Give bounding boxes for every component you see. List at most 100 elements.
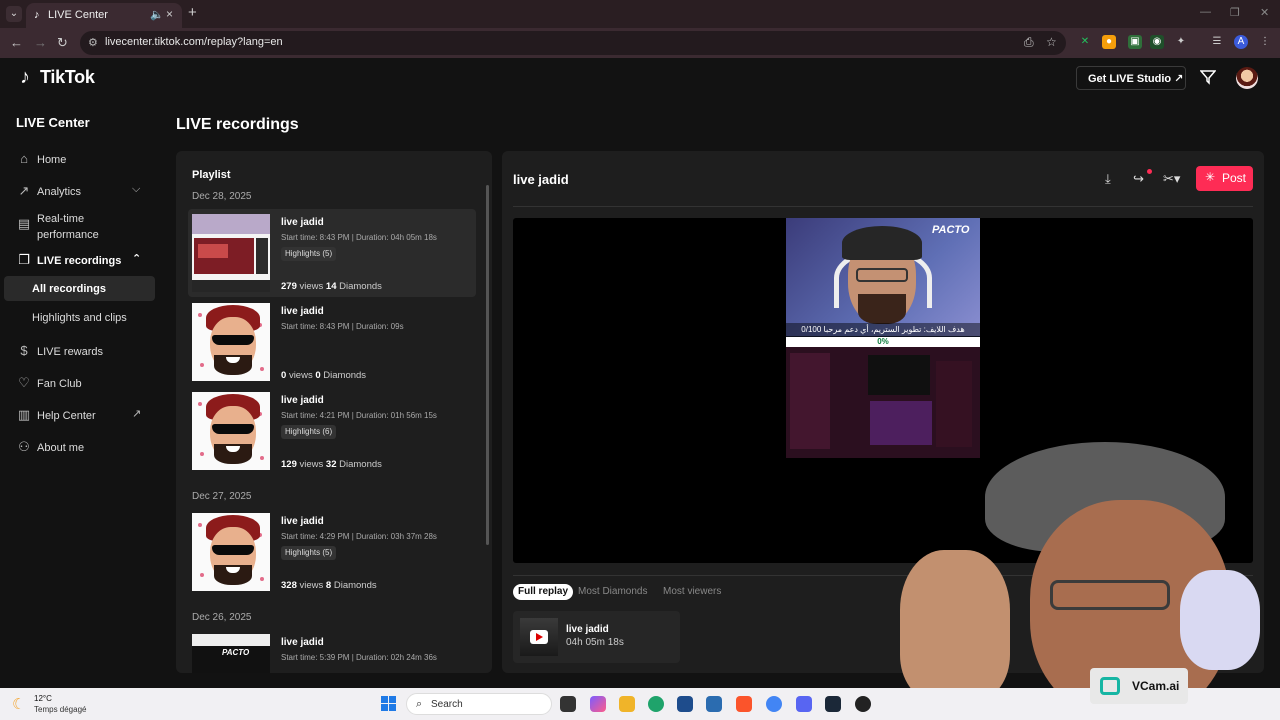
windows-start-icon[interactable] [381, 696, 397, 712]
copilot-icon[interactable] [590, 696, 606, 712]
task-view-icon[interactable] [560, 696, 576, 712]
replay-duration: 04h 05m 18s [566, 637, 624, 648]
chrome-icon[interactable] [766, 696, 782, 712]
recording-meta: Start time: 4:29 PM | Duration: 03h 37m … [281, 532, 437, 541]
extensions-puzzle-icon[interactable]: ✦ [1174, 35, 1188, 49]
get-live-studio-button[interactable]: Get LIVE Studio ↗ [1076, 66, 1186, 90]
recording-title: live jadid [281, 516, 324, 527]
recording-stats: 129 views 32 Diamonds [281, 459, 382, 470]
tab-most-viewers[interactable]: Most viewers [658, 584, 726, 600]
clip-scissors-icon[interactable]: ✂▾ [1163, 171, 1180, 187]
recording-title: live jadid [281, 217, 324, 228]
recording-item[interactable]: live jadid Start time: 8:43 PM | Duratio… [188, 209, 476, 297]
recording-item[interactable]: live jadid Start time: 4:29 PM | Duratio… [188, 508, 476, 596]
sidebar-item-label: Help Center [37, 410, 96, 422]
weather-temperature: 12°C [34, 694, 52, 703]
tab-most-diamonds[interactable]: Most Diamonds [573, 584, 652, 600]
help-icon: ▥ [17, 407, 31, 422]
tab-close-icon[interactable]: × [166, 7, 173, 21]
sidebar-item-label: Fan Club [37, 378, 82, 390]
steam-icon[interactable] [825, 696, 841, 712]
external-link-icon: ↗ [132, 408, 142, 420]
moon-weather-icon[interactable]: ☾ [12, 695, 25, 713]
profile-icon[interactable]: A [1234, 35, 1248, 49]
recording-title: live jadid [281, 637, 324, 648]
vcam-watermark: VCam.ai [1090, 668, 1188, 704]
store-icon[interactable] [677, 696, 693, 712]
highlights-badge[interactable]: Highlights (6) [281, 425, 337, 439]
tab-search-menu-icon[interactable]: ⌄ [6, 6, 22, 22]
date-group-header: Dec 27, 2025 [192, 491, 252, 502]
obs-icon[interactable] [855, 696, 871, 712]
post-button-label: Post [1222, 171, 1247, 185]
chevron-up-icon[interactable]: ⌃ [132, 252, 141, 265]
extension-x-icon[interactable]: ✕ [1078, 35, 1092, 49]
brave-icon[interactable] [736, 696, 752, 712]
stream-goal-progress: 0% [786, 337, 980, 347]
recording-item[interactable]: live jadid Start time: 8:43 PM | Duratio… [188, 298, 476, 386]
maximize-icon[interactable]: ❐ [1230, 6, 1240, 19]
share-icon[interactable]: ↪ [1133, 171, 1144, 187]
highlights-badge[interactable]: Highlights (5) [281, 546, 337, 560]
tiktok-logo-icon[interactable]: ♪ [20, 66, 30, 89]
tab-full-replay[interactable]: Full replay [513, 584, 574, 600]
recording-meta: Start time: 5:39 PM | Duration: 02h 24m … [281, 653, 437, 662]
site-info-icon[interactable]: ⚙ [88, 36, 98, 49]
recording-meta: Start time: 8:43 PM | Duration: 04h 05m … [281, 233, 437, 242]
discord-icon[interactable] [796, 696, 812, 712]
share-badge [1147, 169, 1152, 174]
highlights-badge[interactable]: Highlights (5) [281, 247, 337, 261]
playlist-title: Playlist [192, 169, 231, 181]
sidebar-item-label: Home [37, 154, 67, 166]
bookmark-star-icon[interactable]: ☆ [1046, 35, 1057, 49]
recording-item[interactable]: live jadid Start time: 4:21 PM | Duratio… [188, 387, 476, 475]
recording-meta: Start time: 8:43 PM | Duration: 09s [281, 322, 404, 331]
search-icon: ⌕ [416, 698, 423, 710]
outlook-icon[interactable] [706, 696, 722, 712]
playlist-scrollbar[interactable] [486, 185, 489, 545]
chevron-down-icon[interactable]: ⌵ [132, 183, 140, 196]
extension-color-icon[interactable]: ● [1102, 35, 1116, 49]
url-text: livecenter.tiktok.com/replay?lang=en [105, 36, 283, 48]
file-explorer-icon[interactable] [619, 696, 635, 712]
download-icon[interactable]: ⤓ [1105, 171, 1111, 187]
stream-brand-logo: PACTO [932, 224, 970, 236]
divider [513, 206, 1253, 207]
date-group-header: Dec 26, 2025 [192, 612, 252, 623]
tab-audio-icon[interactable]: 🔈 [150, 8, 164, 21]
install-app-icon[interactable]: ⎙ [1024, 35, 1034, 50]
stream-goal-text: 0/100 هدف اللايف: تطوير الستريم، أي دعم … [786, 323, 980, 337]
recording-thumbnail [192, 303, 270, 381]
recording-thumbnail: PACTO [192, 634, 270, 673]
tiktok-favicon-icon: ♪ [34, 9, 40, 21]
post-button[interactable]: ✳ Post [1196, 166, 1253, 191]
sidebar-item-label: LIVE rewards [37, 346, 104, 358]
user-avatar[interactable] [1236, 67, 1258, 89]
reload-icon[interactable]: ↻ [57, 35, 68, 51]
address-bar[interactable]: ⚙ livecenter.tiktok.com/replay?lang=en ⎙… [80, 31, 1066, 55]
filter-icon[interactable] [1200, 69, 1216, 85]
extension-badge-icon[interactable]: ▣ [1128, 35, 1142, 49]
extension-screen-icon[interactable]: ◉ [1150, 35, 1164, 49]
browser-menu-icon[interactable]: ⋮ [1258, 35, 1272, 49]
browser-tab-title: LIVE Center [48, 9, 108, 21]
recording-item[interactable]: PACTO live jadid Start time: 5:39 PM | D… [188, 629, 476, 673]
forward-icon[interactable]: → [34, 35, 47, 50]
sidebar-item-label: Analytics [37, 186, 82, 198]
taskbar-search[interactable]: ⌕ Search [406, 693, 552, 715]
sidebar-subitem-all-recordings[interactable]: All recordings [4, 276, 155, 301]
browser-tab[interactable]: ♪ LIVE Center 🔈 × [26, 3, 182, 28]
replay-thumbnail [520, 618, 558, 656]
back-icon[interactable]: ← [10, 35, 23, 50]
window-close-icon[interactable]: ✕ [1260, 6, 1269, 19]
replay-segment[interactable]: live jadid 04h 05m 18s [513, 611, 680, 663]
weather-condition: Temps dégagé [34, 705, 87, 714]
edge-icon[interactable] [648, 696, 664, 712]
minimize-icon[interactable]: — [1200, 6, 1211, 18]
sidebar-subitem-highlights[interactable]: Highlights and clips [4, 305, 155, 330]
recording-title: live jadid [281, 306, 324, 317]
tiktok-logo-text[interactable]: TikTok [40, 67, 95, 88]
new-tab-icon[interactable]: + [188, 4, 197, 21]
realtime-icon: ▤ [17, 216, 31, 231]
reading-list-icon[interactable]: ☰ [1210, 35, 1224, 49]
